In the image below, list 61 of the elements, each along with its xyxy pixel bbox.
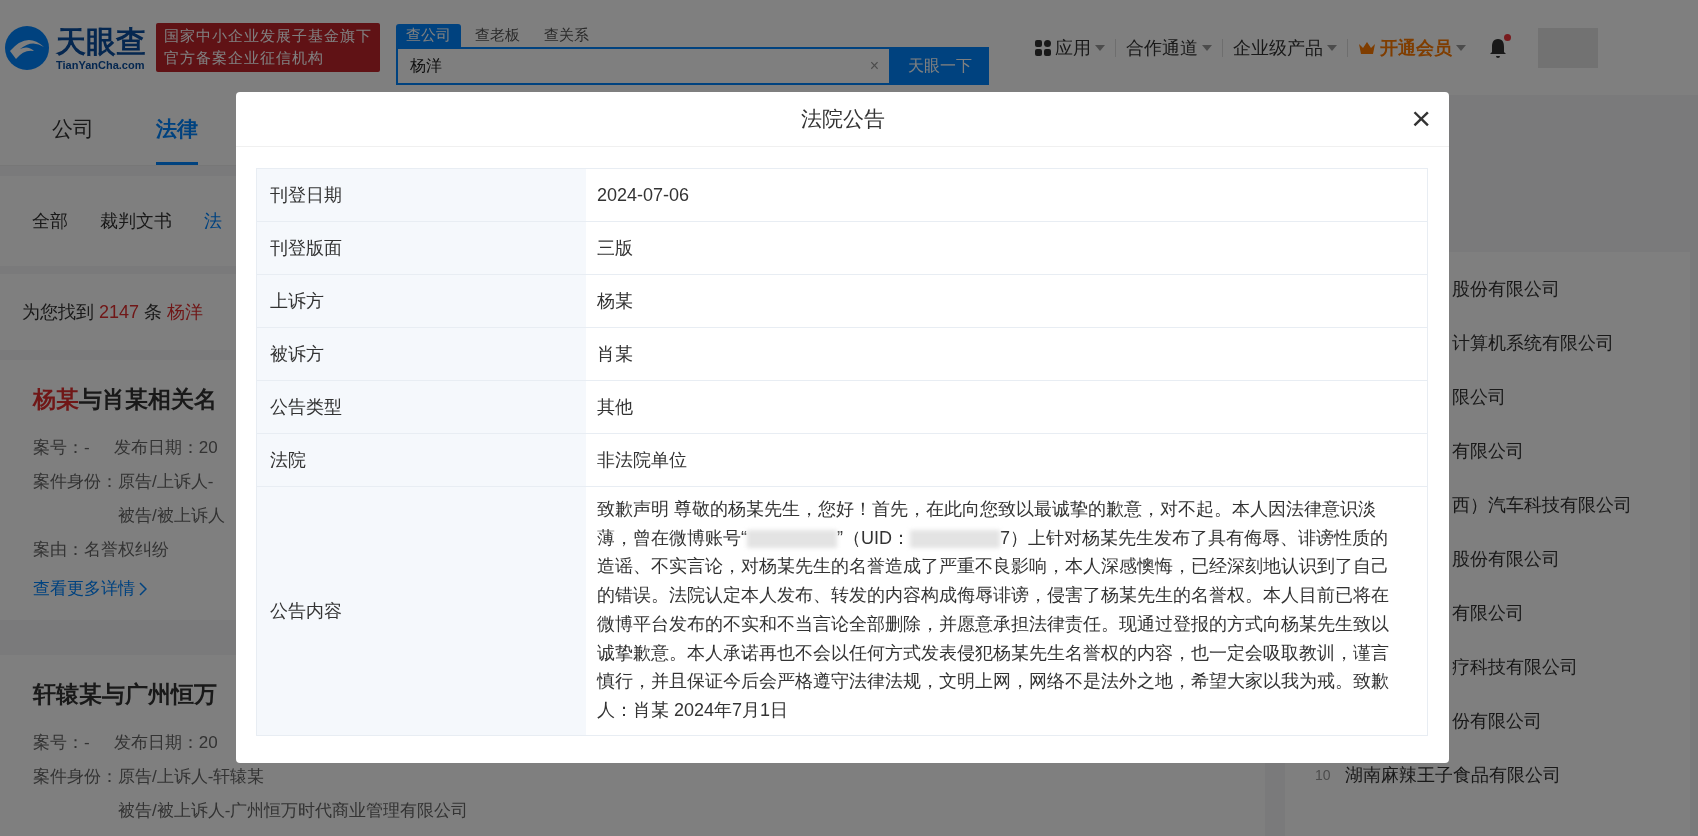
nav-menu[interactable]: 应用: [1035, 35, 1105, 60]
party-text: 被告/被上诉人: [118, 505, 225, 527]
company-link[interactable]: 股份有限公司: [1452, 277, 1560, 301]
certification-banner: 国家中小企业发展子基金旗下 官方备案企业征信机构: [156, 23, 380, 72]
nav-menu[interactable]: 企业级产品: [1233, 35, 1337, 60]
caret-icon: [1095, 44, 1105, 51]
party-text: 原告/上诉人-: [118, 471, 215, 493]
logo-eye-icon: [4, 24, 50, 71]
apps-grid-icon: [1035, 39, 1051, 56]
company-link[interactable]: 股份有限公司: [1452, 547, 1560, 571]
field-label: 公告内容: [257, 487, 586, 735]
case-cause: 案由：名誉权纠纷: [33, 539, 169, 561]
company-link[interactable]: 西）汽车科技有限公司: [1452, 493, 1632, 517]
company-link[interactable]: 有限公司: [1452, 439, 1524, 463]
search-field[interactable]: 杨洋 ×: [396, 47, 891, 85]
caret-icon: [1202, 44, 1212, 51]
field-value: 其他: [586, 381, 1427, 434]
search-tab[interactable]: 查关系: [534, 24, 599, 47]
section-tab[interactable]: 法律: [156, 95, 198, 165]
field-label: 被诉方: [257, 328, 586, 381]
publish-date: 发布日期：20: [113, 437, 218, 459]
filter-tab[interactable]: 法: [204, 209, 222, 233]
notice-text: 致歉声明 尊敬的杨某先生，您好！首先，在此向您致以最诚挚的歉意，对不起。本人因法律意识淡薄，曾在微博账号“ ”（UID： 7）上针对杨某先生发布了具有侮辱、诽谤性质的造谣、不实言论，对杨某先生的名誉造成了严重不良影响，本人深感懊悔，已经深刻地认识到了自己的错误。法院认定本人发布、转发的内容构成侮辱诽谤，侵害了杨某先生的名誉权。本人目前已将在微博平台发布的不实和不当言论全部删除，并愿意承担法律责任。现通过登报的方式向杨某先生致以诚挚歉意。本人承诺再也不会以任何方式发表侵犯杨某先生名誉权的内容，也一定会吸取教训，谨言慎行，并且保证今后会严格遵守法律法规，文明上网，网络不是法外之地，希望大家以我为戒。致歉人：肖某 2024年7月1日: [597, 498, 1390, 722]
logo-subtitle: TianYanCha.com: [56, 58, 146, 71]
field-label: 公告类型: [257, 381, 586, 434]
more-details-link[interactable]: 查看更多详情: [33, 577, 135, 600]
field-value: 非法院单位: [586, 434, 1427, 487]
field-label: 刊登版面: [257, 222, 586, 275]
company-link[interactable]: 有限公司: [1452, 601, 1524, 625]
dialog-title: 法院公告: [800, 106, 885, 132]
search-button[interactable]: 天眼一下: [891, 47, 989, 85]
company-link[interactable]: 疗科技有限公司: [1452, 655, 1578, 679]
nav-menu[interactable]: 合作通道: [1126, 35, 1212, 60]
filter-tab[interactable]: 全部: [32, 209, 68, 233]
case-number: 案号：-: [33, 732, 90, 754]
section-tab[interactable]: 公司: [52, 95, 94, 165]
field-label: 法院: [257, 434, 586, 487]
logo-text: 天眼查: [56, 24, 146, 59]
company-link[interactable]: 计算机系统有限公司: [1452, 331, 1614, 355]
publish-date: 发布日期：20: [113, 732, 218, 754]
caret-icon: [1456, 44, 1466, 51]
field-label: 上诉方: [257, 275, 586, 328]
party-label: 案件身份：: [33, 471, 118, 493]
party-text: 被告/被上诉人-广州恒万时代商业管理有限公司: [118, 800, 469, 822]
field-value: 三版: [586, 222, 1427, 275]
field-value: 肖某: [586, 328, 1427, 381]
field-value: 2024-07-06: [586, 169, 1427, 222]
chevron-right-icon[interactable]: [139, 581, 147, 596]
field-value: 杨某: [586, 275, 1427, 328]
filter-tab[interactable]: 裁判文书: [100, 209, 172, 233]
company-link[interactable]: 限公司: [1452, 385, 1506, 409]
notification-bell-icon[interactable]: [1488, 36, 1508, 59]
party-label: 案件身份：: [33, 766, 118, 788]
party-text: 原告/上诉人-轩辕某: [118, 766, 266, 788]
search-tab[interactable]: 查公司: [396, 24, 461, 47]
case-number: 案号：-: [33, 437, 90, 459]
company-link[interactable]: 份有限公司: [1452, 709, 1542, 733]
field-label: 刊登日期: [257, 169, 586, 222]
search-tab[interactable]: 查老板: [465, 24, 530, 47]
caret-icon: [1327, 44, 1337, 51]
company-link[interactable]: 湖南麻辣王子食品有限公司: [1344, 763, 1561, 787]
